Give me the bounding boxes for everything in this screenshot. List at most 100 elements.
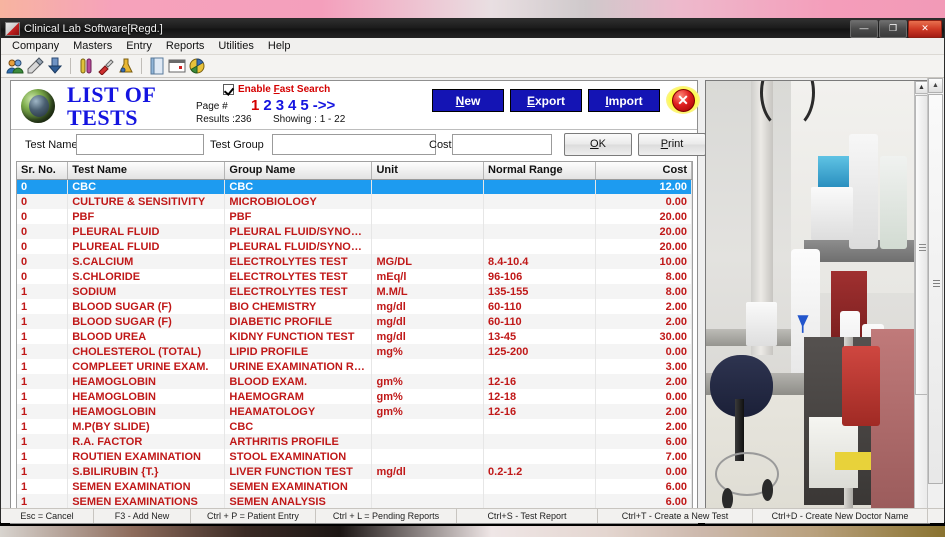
cell-group-name: HEAMATOLOGY bbox=[224, 404, 373, 419]
test-tubes-icon[interactable] bbox=[77, 57, 95, 75]
new-button[interactable]: New bbox=[432, 89, 504, 112]
test-name-input[interactable] bbox=[76, 134, 204, 155]
tests-grid[interactable]: Sr. No. Test Name Group Name Unit Normal… bbox=[16, 161, 693, 519]
page-link-5[interactable]: 5 bbox=[300, 97, 308, 114]
cell-unit bbox=[371, 449, 485, 464]
table-row[interactable]: 0 S.CALCIUM ELECTROLYTES TEST MG/DL 8.4-10.4… bbox=[17, 254, 692, 269]
export-button[interactable]: Export bbox=[510, 89, 582, 112]
cell-test-name: CULTURE & SENSITIVITY bbox=[67, 194, 226, 209]
status-esc-cancel[interactable]: Esc = Cancel bbox=[1, 509, 94, 523]
table-row[interactable]: 1 HEAMOGLOBIN HAEMOGRAM gm% 12-18 0.00 bbox=[17, 389, 692, 404]
cell-group-name: CBC bbox=[224, 419, 373, 434]
menu-masters[interactable]: Masters bbox=[66, 39, 119, 54]
cell-group-name: CBC bbox=[224, 179, 373, 194]
report-icon[interactable] bbox=[148, 57, 166, 75]
menu-help[interactable]: Help bbox=[261, 39, 298, 54]
page-next-link[interactable]: ->> bbox=[313, 97, 336, 114]
table-row[interactable]: 0 PBF PBF 20.00 bbox=[17, 209, 692, 224]
column-header-sr-no[interactable]: Sr. No. bbox=[17, 162, 69, 180]
tests-table: Sr. No. Test Name Group Name Unit Normal… bbox=[17, 162, 692, 509]
ok-button[interactable]: OK bbox=[564, 133, 632, 156]
close-panel-button[interactable]: ✕ bbox=[666, 86, 700, 114]
table-row[interactable]: 1 HEAMOGLOBIN HEAMATOLOGY gm% 12-16 2.00 bbox=[17, 404, 692, 419]
cell-sr-no: 1 bbox=[17, 374, 69, 389]
cell-test-name: S.CHLORIDE bbox=[67, 269, 226, 284]
table-row[interactable]: 1 SODIUM ELECTROLYTES TEST M.M/L 135-155 8.0… bbox=[17, 284, 692, 299]
import-button[interactable]: Import bbox=[588, 89, 660, 112]
status-pending-reports[interactable]: Ctrl + L = Pending Reports bbox=[316, 509, 457, 523]
table-row[interactable]: 1 HEAMOGLOBIN BLOOD EXAM. gm% 12-16 2.00 bbox=[17, 374, 692, 389]
fast-search-checkbox[interactable] bbox=[223, 84, 234, 95]
title-bar: Clinical Lab Software[Regd.] — ❐ ✕ bbox=[1, 19, 944, 38]
cell-sr-no: 1 bbox=[17, 419, 69, 434]
print-button[interactable]: Print bbox=[638, 133, 706, 156]
cell-normal-range bbox=[483, 239, 596, 254]
cell-normal-range bbox=[483, 434, 596, 449]
patient-entry-icon[interactable] bbox=[26, 57, 44, 75]
cell-test-name: CHOLESTEROL (TOTAL) bbox=[67, 344, 226, 359]
table-row[interactable]: 1 SEMEN EXAMINATION SEMEN EXAMINATION 6.00 bbox=[17, 479, 692, 494]
window-controls: — ❐ ✕ bbox=[850, 20, 942, 38]
table-row[interactable]: 1 SEMEN EXAMINATIONS SEMEN ANALYSIS 6.00 bbox=[17, 494, 692, 509]
table-row[interactable]: 1 COMPLEET URINE EXAM. URINE EXAMINATION R… bbox=[17, 359, 692, 374]
column-header-group-name[interactable]: Group Name bbox=[224, 162, 373, 180]
status-f3-add-new[interactable]: F3 - Add New bbox=[94, 509, 191, 523]
enable-fast-search-control[interactable]: Enable Fast Search bbox=[223, 84, 330, 95]
cell-cost: 0.00 bbox=[595, 389, 692, 404]
chart-icon[interactable] bbox=[188, 57, 206, 75]
status-patient-entry[interactable]: Ctrl + P = Patient Entry bbox=[191, 509, 316, 523]
page-link-3[interactable]: 3 bbox=[276, 97, 284, 114]
menu-reports[interactable]: Reports bbox=[159, 39, 212, 54]
maximize-button[interactable]: ❐ bbox=[879, 20, 907, 38]
cell-sr-no: 1 bbox=[17, 494, 69, 509]
scroll-up-icon[interactable]: ▲ bbox=[928, 78, 943, 93]
table-row[interactable]: 0 CBC CBC 12.00 bbox=[17, 179, 692, 194]
calendar-icon[interactable] bbox=[168, 57, 186, 75]
table-row[interactable]: 1 S.BILIRUBIN {T.} LIVER FUNCTION TEST mg/d… bbox=[17, 464, 692, 479]
minimize-button[interactable]: — bbox=[850, 20, 878, 38]
table-row[interactable]: 1 M.P(BY SLIDE) CBC 2.00 bbox=[17, 419, 692, 434]
test-group-input[interactable] bbox=[272, 134, 436, 155]
table-row[interactable]: 1 R.A. FACTOR ARTHRITIS PROFILE 6.00 bbox=[17, 434, 692, 449]
table-row[interactable]: 0 PLUREAL FLUID PLEURAL FLUID/SYNOVI... 20.… bbox=[17, 239, 692, 254]
scroll-thumb[interactable] bbox=[928, 94, 943, 484]
table-row[interactable]: 1 CHOLESTEROL (TOTAL) LIPID PROFILE mg% 125-… bbox=[17, 344, 692, 359]
table-row[interactable]: 1 ROUTIEN EXAMINATION STOOL EXAMINATION 7.0… bbox=[17, 449, 692, 464]
table-row[interactable]: 0 S.CHLORIDE ELECTROLYTES TEST mEq/l 96-106 8… bbox=[17, 269, 692, 284]
table-row[interactable]: 0 CULTURE & SENSITIVITY MICROBIOLOGY 0.00 bbox=[17, 194, 692, 209]
window-vertical-scrollbar[interactable]: ▲ ▼ bbox=[927, 78, 944, 523]
table-body: 0 CBC CBC 12.00 0 CULTURE & SENSITIVITY MICROB… bbox=[17, 179, 692, 509]
table-row[interactable]: 1 BLOOD SUGAR (F) DIABETIC PROFILE mg/dl 60-… bbox=[17, 314, 692, 329]
page-link-4[interactable]: 4 bbox=[288, 97, 296, 114]
page-link-2[interactable]: 2 bbox=[263, 97, 271, 114]
cost-input[interactable] bbox=[452, 134, 552, 155]
menu-company[interactable]: Company bbox=[5, 39, 66, 54]
cell-group-name: DIABETIC PROFILE bbox=[224, 314, 373, 329]
table-row[interactable]: 0 PLEURAL FLUID PLEURAL FLUID/SYNOVI... 20.… bbox=[17, 224, 692, 239]
menu-utilities[interactable]: Utilities bbox=[211, 39, 260, 54]
column-header-unit[interactable]: Unit bbox=[371, 162, 485, 180]
cell-normal-range bbox=[483, 449, 596, 464]
cell-test-name: S.CALCIUM bbox=[67, 254, 226, 269]
cell-sr-no: 1 bbox=[17, 389, 69, 404]
cell-group-name: BLOOD EXAM. bbox=[224, 374, 373, 389]
status-test-report[interactable]: Ctrl+S - Test Report bbox=[457, 509, 598, 523]
flask-icon[interactable] bbox=[117, 57, 135, 75]
column-header-test-name[interactable]: Test Name bbox=[67, 162, 226, 180]
cell-normal-range: 96-106 bbox=[483, 269, 596, 284]
table-row[interactable]: 1 BLOOD SUGAR (F) BIO CHEMISTRY mg/dl 60-110… bbox=[17, 299, 692, 314]
syringe-icon[interactable] bbox=[97, 57, 115, 75]
column-header-normal-range[interactable]: Normal Range bbox=[483, 162, 596, 180]
table-row[interactable]: 1 BLOOD UREA KIDNY FUNCTION TEST mg/dl 13-45… bbox=[17, 329, 692, 344]
status-create-new-doctor[interactable]: Ctrl+D - Create New Doctor Name bbox=[753, 509, 928, 523]
status-create-new-test[interactable]: Ctrl+T - Create a New Test bbox=[598, 509, 753, 523]
window-close-button[interactable]: ✕ bbox=[908, 20, 942, 38]
users-icon[interactable] bbox=[6, 57, 24, 75]
menu-entry[interactable]: Entry bbox=[119, 39, 159, 54]
page-link-1[interactable]: 1 bbox=[251, 97, 259, 114]
cell-cost: 3.00 bbox=[595, 359, 692, 374]
column-header-cost[interactable]: Cost bbox=[595, 162, 692, 180]
download-icon[interactable] bbox=[46, 57, 64, 75]
cell-sr-no: 1 bbox=[17, 359, 69, 374]
cell-cost: 2.00 bbox=[595, 299, 692, 314]
